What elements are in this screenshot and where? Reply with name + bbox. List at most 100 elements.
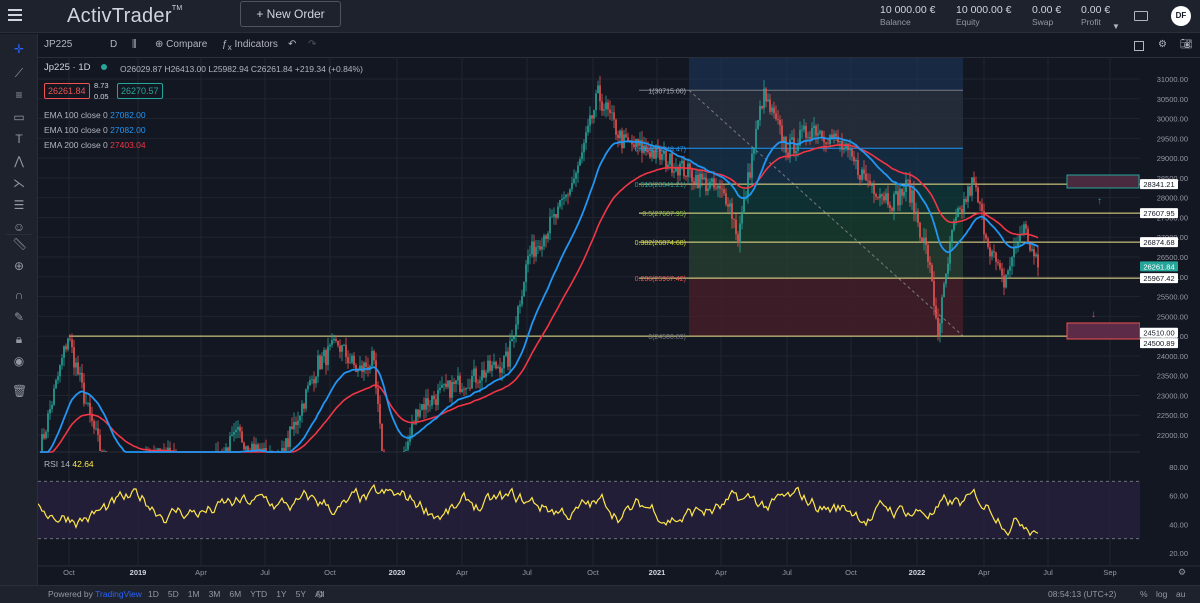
candle-body xyxy=(525,264,527,283)
new-order-button[interactable]: + New Order xyxy=(240,1,341,27)
zoom-icon[interactable]: ⊕ xyxy=(12,259,26,273)
candle-body xyxy=(289,426,291,448)
candle-body xyxy=(47,413,49,432)
price-tag-label: 27607.95 xyxy=(1143,209,1174,218)
range-1d[interactable]: 1D xyxy=(148,589,159,599)
percent-toggle[interactable]: % xyxy=(1140,589,1148,599)
candle-body xyxy=(309,380,311,386)
candle-body xyxy=(305,389,307,409)
magnet-icon[interactable]: ∩ xyxy=(12,288,26,302)
prediction-icon[interactable]: ⋋ xyxy=(12,176,26,190)
price-chart[interactable]: 1(30715.00) 0.764(29248.47) 0.618(28341.21… xyxy=(38,58,1200,585)
indicators-button[interactable]: ƒx Indicators xyxy=(222,39,278,52)
candle-body xyxy=(815,125,817,136)
profit-caret-icon[interactable]: ▼ xyxy=(1112,22,1120,31)
sell-price[interactable]: 26261.84 xyxy=(44,83,90,99)
candle-body xyxy=(251,443,253,451)
candle-body xyxy=(971,177,973,196)
pencil-icon[interactable]: ✎ xyxy=(12,310,26,324)
log-toggle[interactable]: log xyxy=(1156,589,1167,599)
range-1m[interactable]: 1M xyxy=(188,589,200,599)
short-box xyxy=(1066,322,1141,340)
candle-body xyxy=(725,193,727,205)
candle-body xyxy=(523,282,525,297)
time-tick: 2022 xyxy=(909,568,926,577)
candle-body xyxy=(403,451,405,452)
candle-body xyxy=(51,404,53,410)
range-6m[interactable]: 6M xyxy=(229,589,241,599)
candle-body xyxy=(363,362,365,372)
interval-button[interactable]: D xyxy=(110,39,117,50)
range-5y[interactable]: 5Y xyxy=(296,589,306,599)
candle-body xyxy=(321,356,323,370)
candle-body xyxy=(601,101,603,111)
candle-body xyxy=(477,382,479,384)
candle-body xyxy=(443,383,445,385)
candle-body xyxy=(711,178,713,183)
time-tick: Apr xyxy=(456,568,468,577)
candle-body xyxy=(873,185,875,195)
range-5d[interactable]: 5D xyxy=(168,589,179,599)
ruler-icon[interactable]: 📏︎ xyxy=(12,237,27,251)
eye-icon[interactable]: ◉ xyxy=(12,354,26,368)
trendline-icon[interactable]: ⟋ xyxy=(12,66,26,80)
symbol-search[interactable]: JP225 xyxy=(44,39,72,50)
candle-body xyxy=(961,208,963,213)
candle-body xyxy=(95,428,97,430)
goto-date-icon[interactable]: ⌬ xyxy=(316,589,323,600)
candle-body xyxy=(921,237,923,243)
emoji-icon[interactable]: ☺ xyxy=(12,220,26,234)
fib-label: 1(30715.00) xyxy=(648,88,686,95)
range-3m[interactable]: 3M xyxy=(209,589,221,599)
range-ytd[interactable]: YTD xyxy=(250,589,267,599)
fib-icon[interactable]: ≡ xyxy=(12,88,26,102)
time-tick: Jul xyxy=(782,568,792,577)
candle-body xyxy=(887,193,889,206)
mail-icon[interactable] xyxy=(1134,11,1148,21)
undo-icon[interactable]: ↶ xyxy=(288,39,296,50)
candle-body xyxy=(85,403,87,405)
trash-icon[interactable]: 🗑︎ xyxy=(12,384,27,398)
candle-body xyxy=(809,137,811,139)
candle-body xyxy=(451,381,453,398)
candle-body xyxy=(989,247,991,257)
candle-body xyxy=(421,404,423,411)
candle-style-icon[interactable]: ⫼ xyxy=(132,39,137,50)
candle-body xyxy=(413,423,415,425)
candle-body xyxy=(915,211,917,213)
candle-body xyxy=(883,195,885,201)
auto-toggle[interactable]: au xyxy=(1176,589,1185,599)
rsi-tick: 40.00 xyxy=(1169,520,1188,529)
candle-body xyxy=(353,355,355,366)
measure-lines-icon[interactable]: ☰ xyxy=(12,198,26,212)
candle-body xyxy=(377,388,379,404)
crosshair-icon[interactable]: ✛ xyxy=(12,42,26,56)
price-tag-label: 28341.21 xyxy=(1143,180,1174,189)
price-tag-label: 24510.00 xyxy=(1143,329,1174,338)
candle-body xyxy=(717,185,719,189)
candle-body xyxy=(595,93,597,111)
menu-icon[interactable] xyxy=(8,9,22,21)
range-1y[interactable]: 1Y xyxy=(276,589,286,599)
avatar[interactable]: DF xyxy=(1171,6,1191,26)
redo-icon[interactable]: ↷ xyxy=(308,39,316,50)
balance-metric: 10 000.00 € Balance xyxy=(880,4,936,27)
candle-body xyxy=(285,438,287,451)
candle-body xyxy=(579,159,581,166)
rectangle-icon[interactable]: ▭ xyxy=(12,110,26,124)
candle-body xyxy=(501,368,503,373)
camera-icon[interactable]: 📷︎ xyxy=(1180,39,1193,50)
fullscreen-icon[interactable] xyxy=(1134,41,1144,51)
time-axis: Oct 2019 Apr Jul Oct 2020 Apr Jul Oct 2021 Apr Jul O… xyxy=(63,568,1186,578)
pattern-icon[interactable]: ⋀ xyxy=(12,154,26,168)
fib-label: 0(24500.89) xyxy=(648,334,686,341)
settings-icon[interactable]: ⚙ xyxy=(1158,39,1167,50)
compare-button[interactable]: ⊕ Compare xyxy=(155,39,207,50)
fib-labels: 1(30715.00) 0.764(29248.47) 0.618(28341.21… xyxy=(635,88,686,341)
rsi-tick: 20.00 xyxy=(1169,549,1188,558)
text-icon[interactable]: T xyxy=(12,132,26,146)
candle-body xyxy=(757,120,759,129)
lock-icon[interactable]: 🔒︎ xyxy=(12,332,26,346)
time-tick: Oct xyxy=(587,568,600,577)
buy-price[interactable]: 26270.57 xyxy=(117,83,163,99)
